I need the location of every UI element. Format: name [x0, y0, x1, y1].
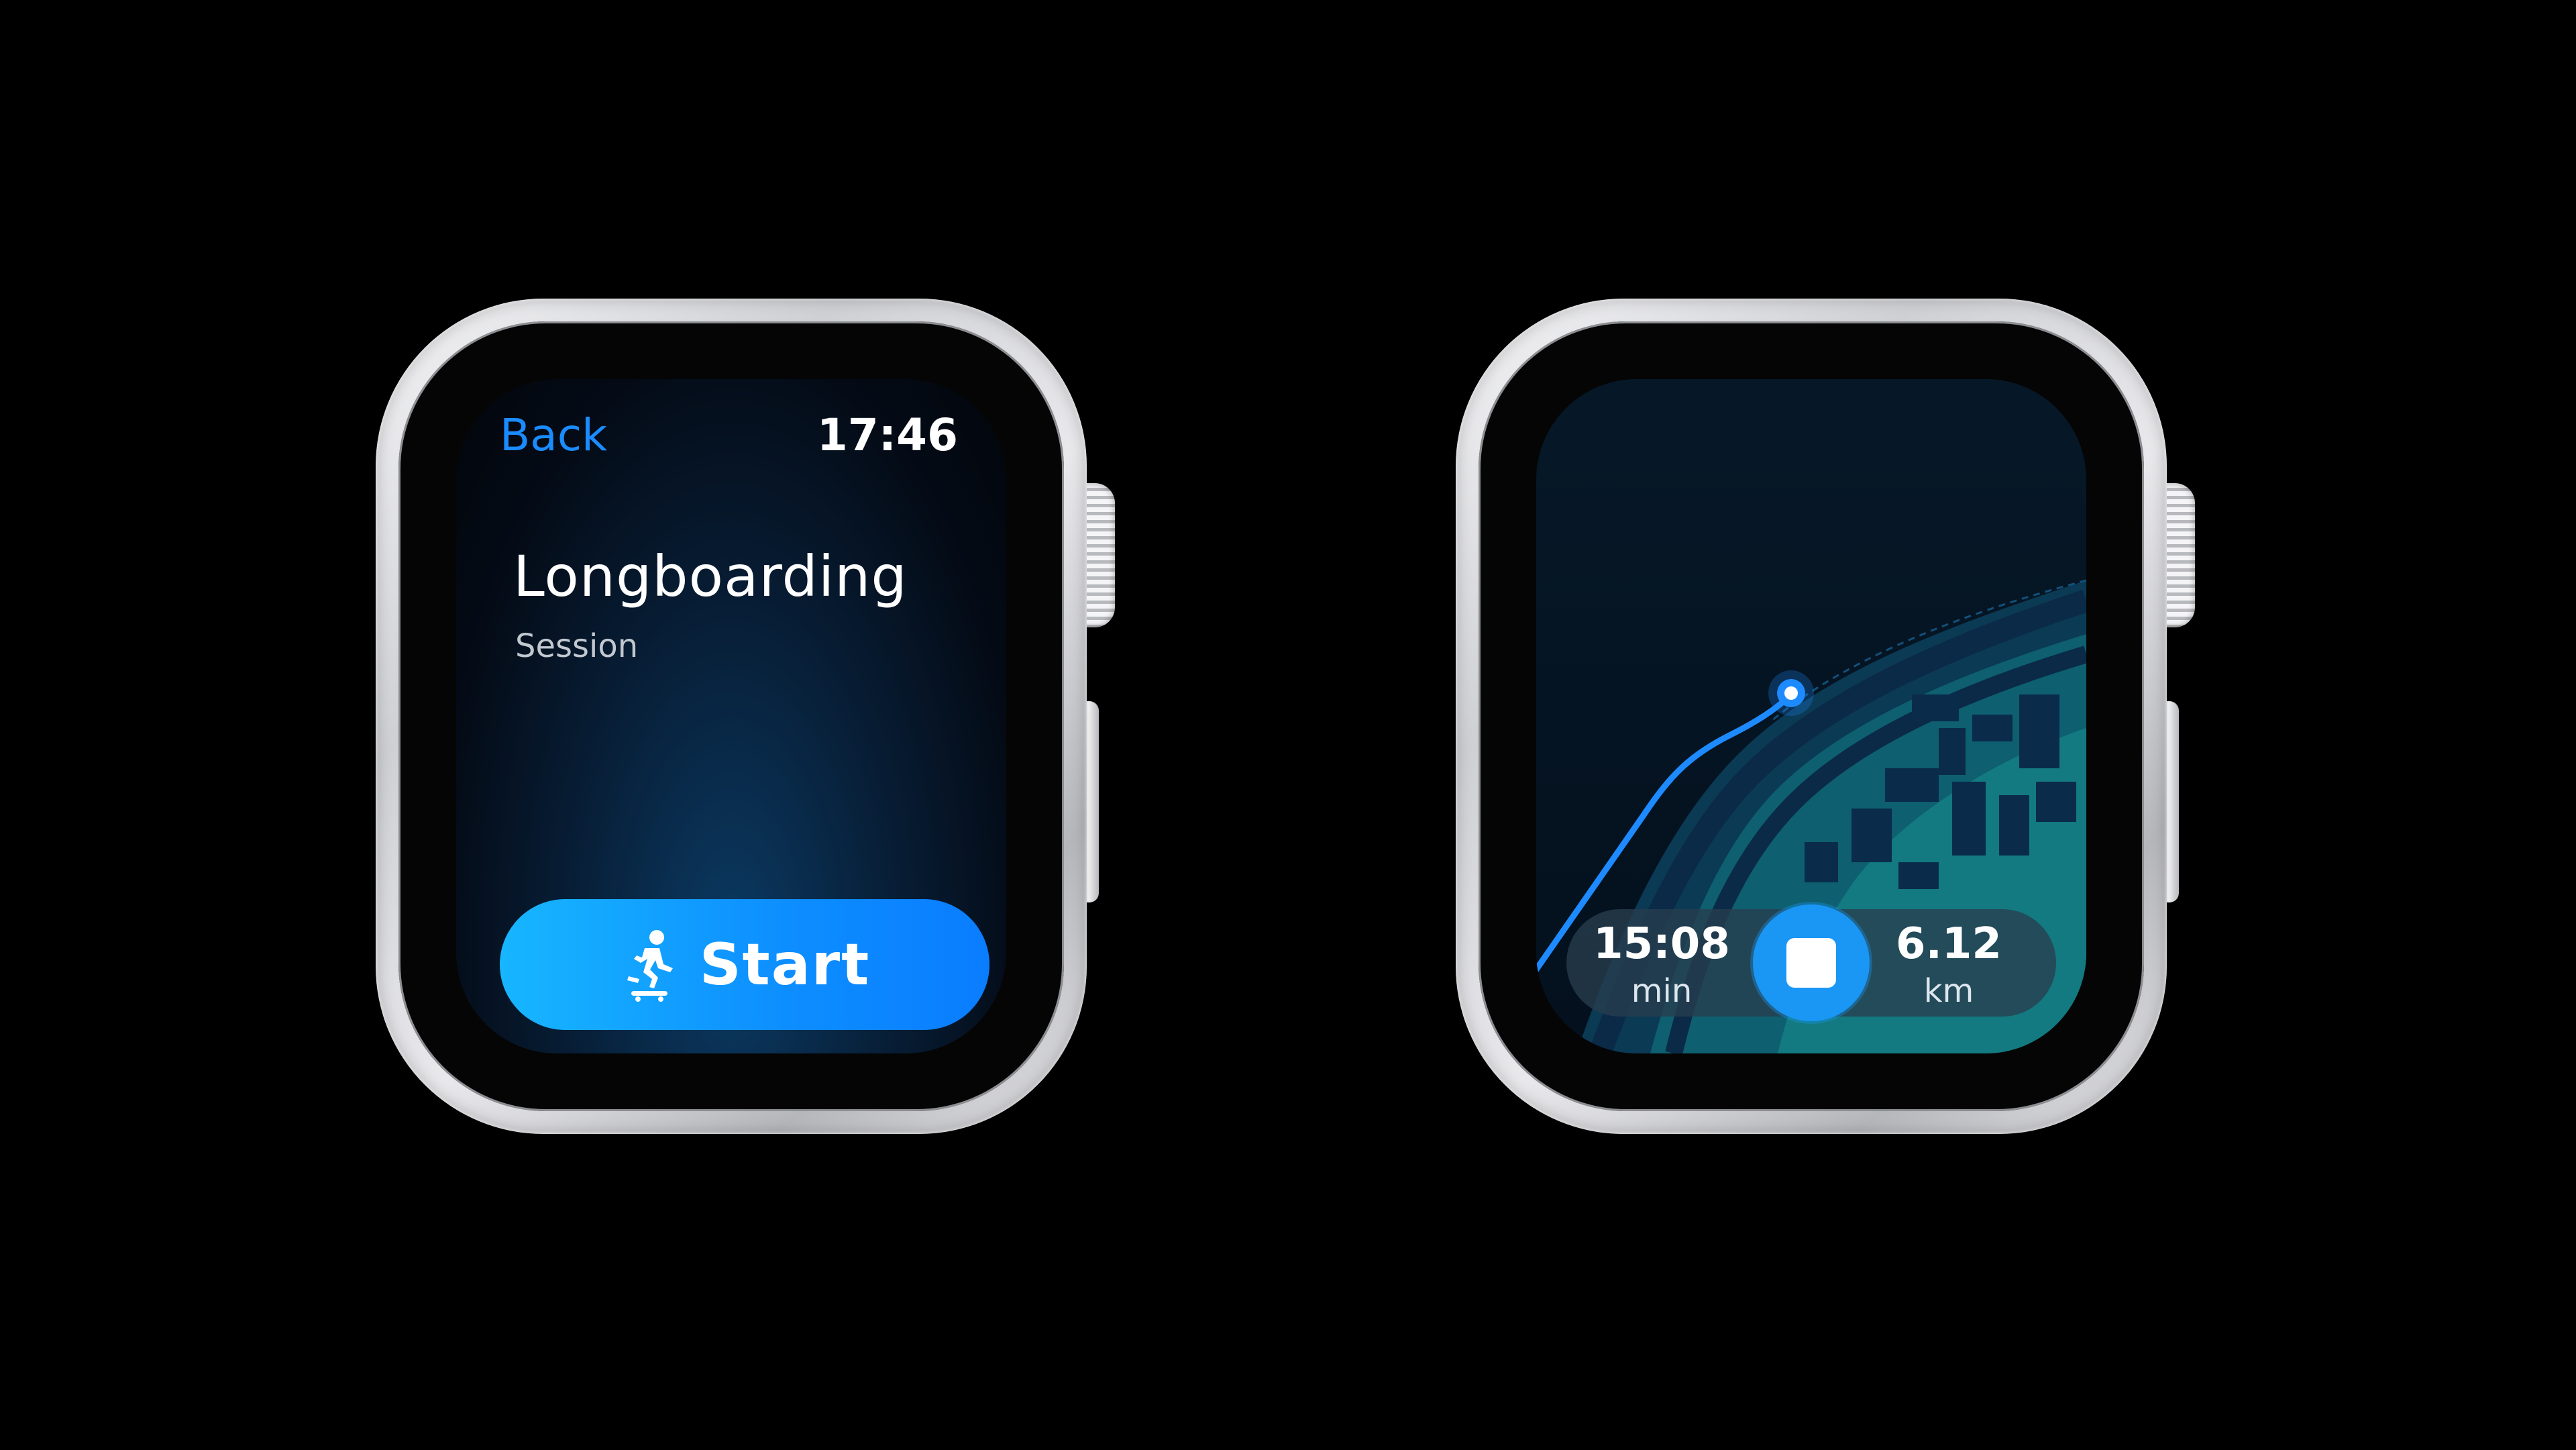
skateboarder-icon: [627, 929, 673, 1002]
status-time: 17:46: [816, 409, 958, 461]
activity-title: Longboarding: [513, 543, 908, 609]
setup-screen: Back 17:46 Longboarding Session Start: [456, 379, 1006, 1053]
distance-value: 6.12: [1896, 919, 2002, 969]
stop-button[interactable]: [1753, 904, 1870, 1021]
stop-icon: [1786, 938, 1836, 988]
distance-unit: km: [1923, 972, 1974, 1010]
elapsed-time-unit: min: [1631, 972, 1693, 1010]
activity-subtitle: Session: [515, 627, 639, 665]
start-button[interactable]: Start: [500, 899, 989, 1030]
watch-workout: 15:08 min 6.12 km: [1456, 299, 2195, 1134]
watch-setup: Back 17:46 Longboarding Session Start: [376, 299, 1115, 1134]
location-dot-center: [1784, 686, 1798, 700]
elapsed-time-stat: 15:08 min: [1585, 916, 1739, 1010]
start-button-label: Start: [699, 931, 871, 998]
distance-stat: 6.12 km: [1872, 916, 2026, 1010]
workout-screen: 15:08 min 6.12 km: [1536, 379, 2086, 1053]
elapsed-time-value: 15:08: [1593, 919, 1730, 969]
stage: Back 17:46 Longboarding Session Start 15…: [0, 0, 2576, 1450]
back-button[interactable]: Back: [500, 409, 607, 461]
